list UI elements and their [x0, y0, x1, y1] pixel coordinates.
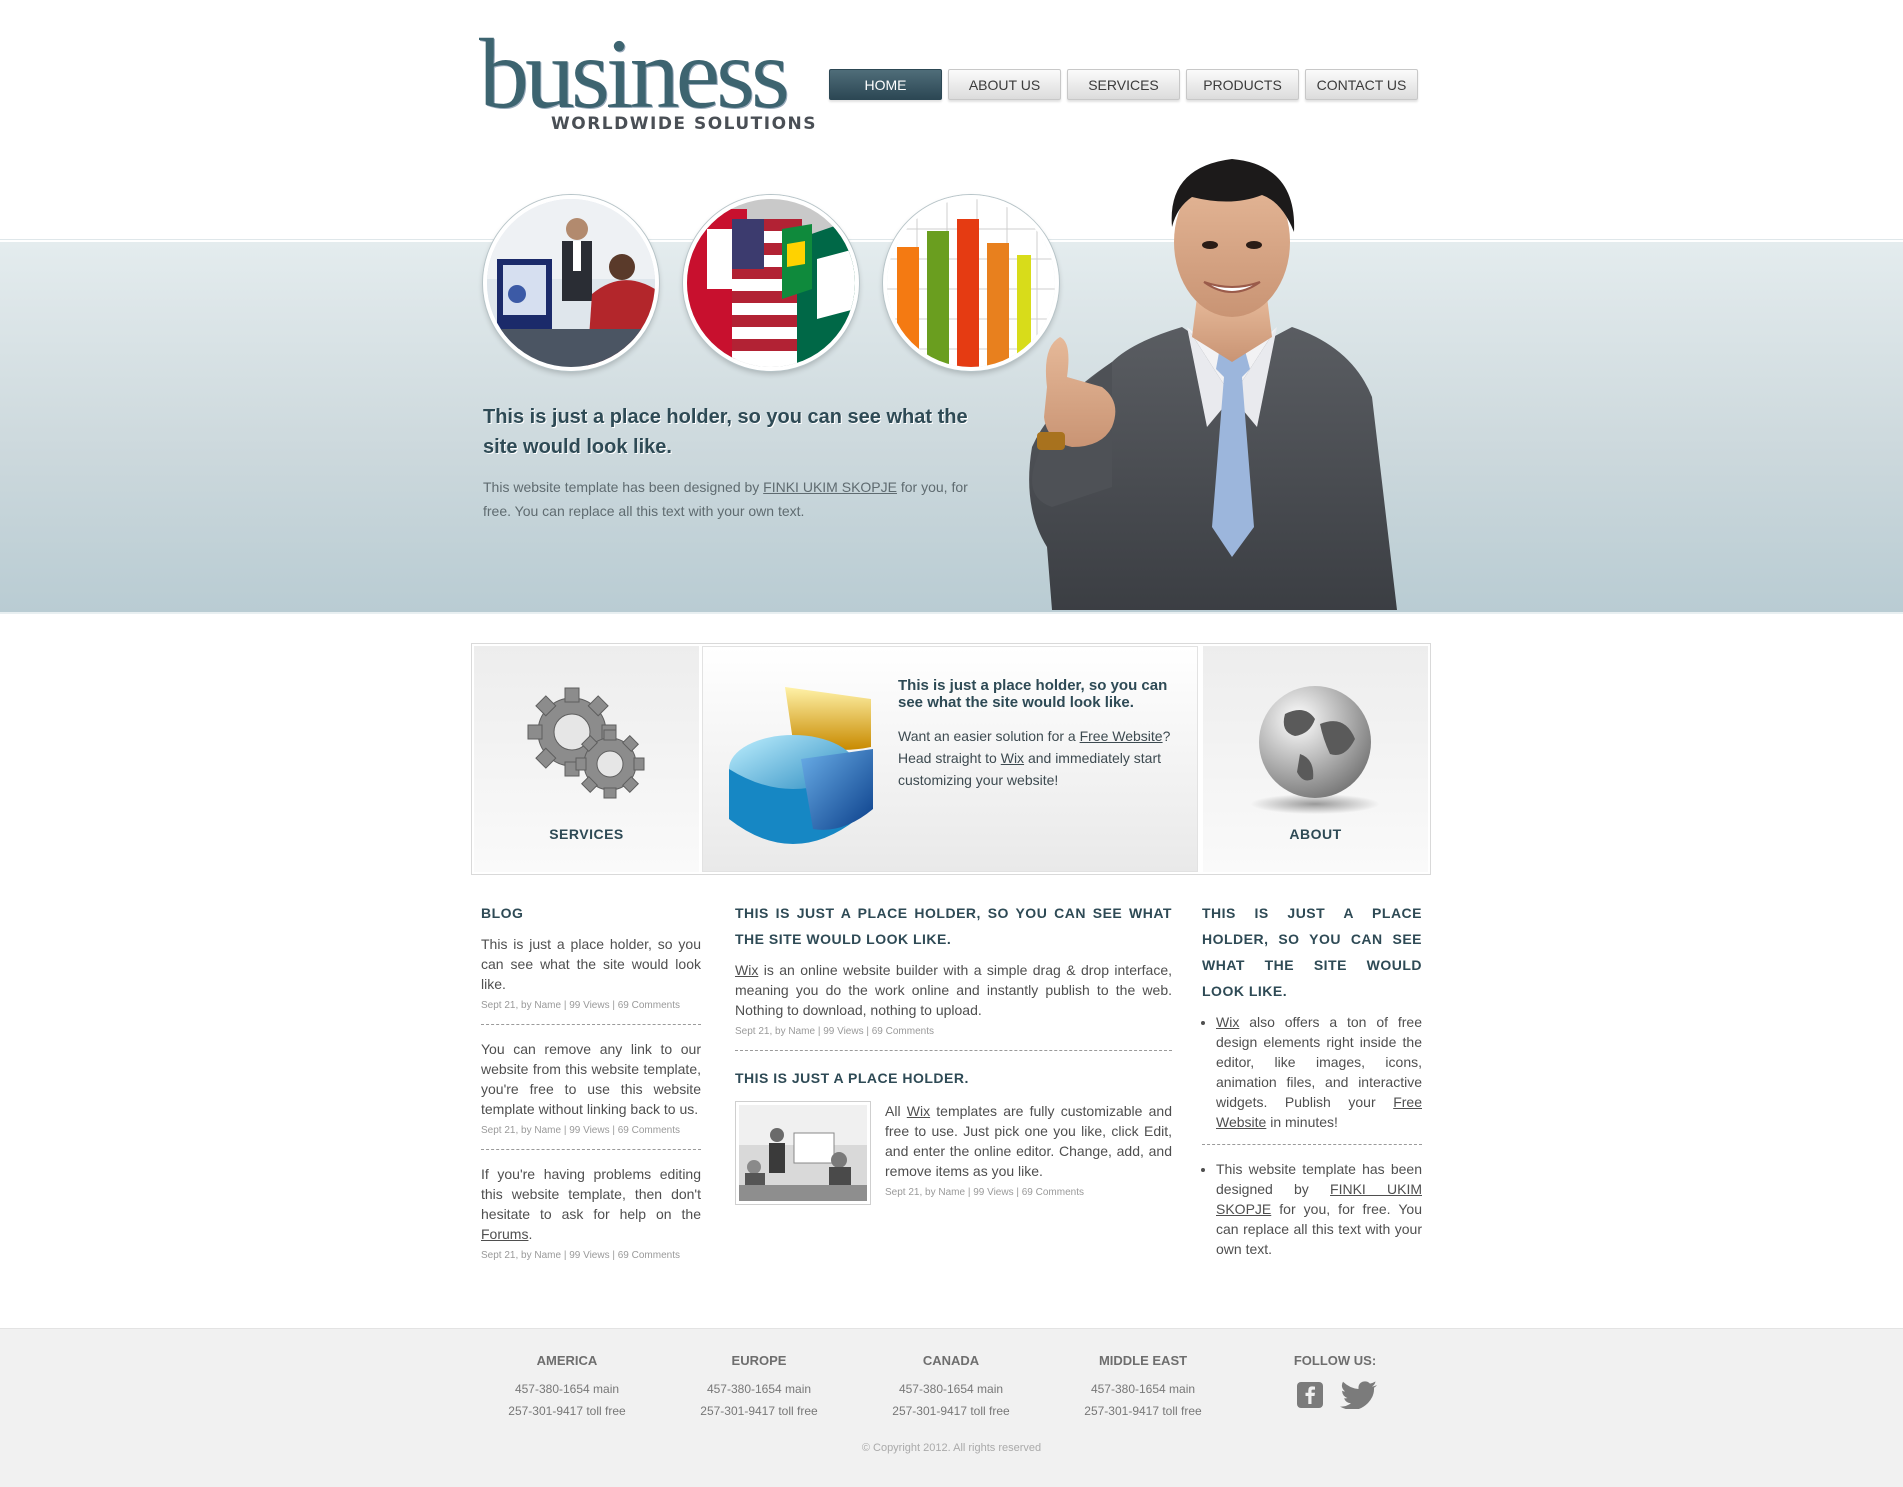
right-column: THIS IS JUST A PLACE HOLDER, SO YOU CAN … — [1202, 900, 1422, 1259]
blog-post-text: You can remove any link to our website f… — [481, 1041, 701, 1117]
blog-post-meta: Sept 21, by Name | 99 Views | 69 Comment… — [481, 1250, 680, 1261]
middle-post: All Wix templates are fully customizable… — [735, 1101, 1172, 1211]
middle-heading: THIS IS JUST A PLACE HOLDER, SO YOU CAN … — [735, 905, 1172, 947]
blog-post-text-part: If you're having problems editing this w… — [481, 1166, 701, 1222]
nav-about-us[interactable]: ABOUT US — [948, 69, 1061, 100]
divider — [1202, 1144, 1422, 1145]
footer-phone-main: 457-380-1654 main — [898, 1382, 1004, 1396]
footer-phone-toll: 257-301-9417 toll free — [892, 1404, 1010, 1418]
forums-link[interactable]: Forums — [481, 1226, 528, 1242]
main-nav: HOME ABOUT US SERVICES PRODUCTS CONTACT … — [829, 69, 1418, 100]
nav-services[interactable]: SERVICES — [1067, 69, 1180, 100]
globe-icon — [1251, 686, 1379, 814]
footer-phone-main: 457-380-1654 main — [514, 1382, 620, 1396]
about-label: ABOUT — [1289, 826, 1342, 842]
blog-post-text: If you're having problems editing this w… — [481, 1164, 701, 1244]
pie-chart-icon — [729, 687, 873, 844]
footer-region: CANADA 457-380-1654 main 257-301-9417 to… — [871, 1353, 1031, 1422]
blog-post-meta: Sept 21, by Name | 99 Views | 69 Comment… — [481, 1125, 680, 1136]
right-list-item: Wix also offers a ton of free design ele… — [1216, 1012, 1422, 1132]
blog-heading: BLOG — [481, 905, 524, 921]
footer-phone-toll: 257-301-9417 toll free — [700, 1404, 818, 1418]
footer-phone-main: 457-380-1654 main — [706, 1382, 812, 1396]
divider — [481, 1149, 701, 1150]
twitter-icon[interactable] — [1340, 1381, 1378, 1409]
footer-region-name: AMERICA — [536, 1353, 598, 1368]
gears-icon — [527, 687, 645, 799]
middle-meta-2: Sept 21, by Name | 99 Views | 69 Comment… — [885, 1187, 1084, 1198]
right-list-item: This website template has been designed … — [1216, 1159, 1422, 1259]
wix-link[interactable]: Wix — [907, 1103, 930, 1119]
footer-region-name: CANADA — [922, 1353, 980, 1368]
right-list: Wix also offers a ton of free design ele… — [1202, 1012, 1422, 1132]
blog-column: BLOG This is just a place holder, so you… — [481, 900, 701, 1262]
right-list-item-text: also offers a ton of free design element… — [1216, 1014, 1422, 1110]
social-links — [1296, 1381, 1378, 1409]
wix-link[interactable]: Wix — [1001, 750, 1024, 766]
follow-label: FOLLOW US: — [1293, 1353, 1377, 1368]
flags-photo — [683, 195, 859, 371]
logo-subtitle: WORLDWIDE SOLUTIONS — [551, 114, 818, 134]
businessman-image — [992, 147, 1426, 610]
services-label: SERVICES — [549, 826, 624, 842]
copyright: © Copyright 2012. All rights reserved — [861, 1442, 1042, 1454]
nav-contact-us[interactable]: CONTACT US — [1305, 69, 1418, 100]
features-box: SERVICES This is just a place holder, so… — [471, 643, 1431, 875]
logo[interactable]: business WORLDWIDE SOLUTIONS — [479, 18, 824, 138]
footer-region: AMERICA 457-380-1654 main 257-301-9417 t… — [487, 1353, 647, 1422]
footer-phone-toll: 257-301-9417 toll free — [508, 1404, 626, 1418]
right-list: This website template has been designed … — [1202, 1159, 1422, 1259]
facebook-icon[interactable] — [1296, 1381, 1324, 1409]
hero-text: This website template has been designed … — [483, 475, 983, 523]
footer-phone-toll: 257-301-9417 toll free — [1084, 1404, 1202, 1418]
blog-post-text-part: . — [528, 1226, 533, 1242]
about-feature[interactable]: ABOUT — [1203, 646, 1428, 872]
footer-region-name: EUROPE — [731, 1353, 787, 1368]
divider — [735, 1050, 1172, 1051]
middle-heading-2: THIS IS JUST A PLACE HOLDER. — [735, 1070, 969, 1086]
free-website-link[interactable]: Free Website — [1080, 728, 1163, 744]
middle-text-2-part: All — [885, 1103, 907, 1119]
nav-home[interactable]: HOME — [829, 69, 942, 100]
services-feature[interactable]: SERVICES — [474, 646, 699, 872]
blog-post-meta: Sept 21, by Name | 99 Views | 69 Comment… — [481, 1000, 680, 1011]
logo-word: business — [479, 18, 790, 129]
middle-post-body: All Wix templates are fully customizable… — [885, 1101, 1172, 1199]
middle-text: Wix is an online website builder with a … — [735, 960, 1172, 1020]
right-heading: THIS IS JUST A PLACE HOLDER, SO YOU CAN … — [1202, 905, 1422, 999]
divider — [481, 1024, 701, 1025]
finki-link[interactable]: FINKI UKIM SKOPJE — [763, 479, 897, 495]
blog-post-text: This is just a place holder, so you can … — [481, 936, 701, 992]
page-container: business WORLDWIDE SOLUTIONS HOME ABOUT … — [471, 0, 1431, 1330]
footer-region-name: MIDDLE EAST — [1098, 1353, 1188, 1368]
wix-link[interactable]: Wix — [1216, 1014, 1239, 1030]
footer-follow: FOLLOW US: — [1255, 1353, 1415, 1378]
footer: AMERICA 457-380-1654 main 257-301-9417 t… — [0, 1328, 1903, 1487]
feature-highlight: This is just a place holder, so you can … — [702, 646, 1198, 872]
middle-text-part: is an online website builder with a simp… — [735, 962, 1172, 1018]
meeting-thumbnail — [735, 1101, 871, 1205]
nav-products[interactable]: PRODUCTS — [1186, 69, 1299, 100]
right-list-item-text: in minutes! — [1266, 1114, 1338, 1130]
middle-column: THIS IS JUST A PLACE HOLDER, SO YOU CAN … — [735, 900, 1172, 1211]
footer-region: MIDDLE EAST 457-380-1654 main 257-301-94… — [1063, 1353, 1223, 1422]
feature-title: This is just a place holder, so you can … — [898, 677, 1168, 711]
wix-link[interactable]: Wix — [735, 962, 758, 978]
feature-text: Want an easier solution for a Free Websi… — [898, 725, 1188, 791]
middle-text-2: All Wix templates are fully customizable… — [885, 1101, 1172, 1181]
hero-text-part: This website template has been designed … — [483, 479, 764, 495]
middle-meta: Sept 21, by Name | 99 Views | 69 Comment… — [735, 1026, 934, 1037]
meeting-photo — [483, 195, 659, 371]
hero-title: This is just a place holder, so you can … — [483, 406, 968, 458]
feature-text-part: Want an easier solution for a — [898, 728, 1080, 744]
footer-phone-main: 457-380-1654 main — [1090, 1382, 1196, 1396]
footer-region: EUROPE 457-380-1654 main 257-301-9417 to… — [679, 1353, 839, 1422]
